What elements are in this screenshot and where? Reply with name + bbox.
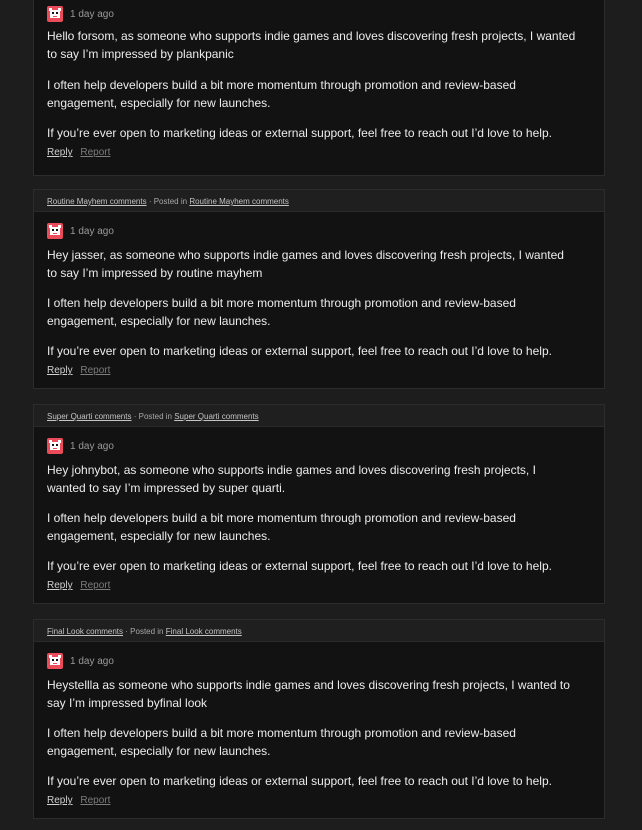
report-link[interactable]: Report [80, 147, 110, 158]
comment-text: I often help developers build a bit more… [47, 296, 516, 328]
game-comments-link[interactable]: Final Look comments [47, 627, 123, 636]
comment-text: I often help developers build a bit more… [47, 78, 516, 110]
avatar-icon[interactable] [47, 6, 63, 22]
comment-meta: 1 day ago [47, 223, 591, 239]
posted-in-label: · Posted in [125, 627, 164, 636]
comment-text: I often help developers build a bit more… [47, 726, 516, 758]
comment-header: Super Quarti comments · Posted in Super … [34, 405, 604, 427]
comment-text: If you’re ever open to marketing ideas o… [47, 774, 552, 788]
comment-text: Hey jasser, as someone who supports indi… [47, 248, 564, 280]
comment-text: Hey johnybot, as someone who supports in… [47, 463, 536, 495]
comment-card: Routine Mayhem comments · Posted in Rout… [33, 189, 605, 389]
comment-header: Final Look comments · Posted in Final Lo… [34, 620, 604, 642]
comment-timestamp: 1 day ago [70, 225, 114, 237]
reply-link[interactable]: Reply [47, 795, 73, 806]
reply-link[interactable]: Reply [47, 147, 73, 158]
comment-timestamp: 1 day ago [70, 655, 114, 667]
comment-timestamp: 1 day ago [70, 440, 114, 452]
report-link[interactable]: Report [80, 795, 110, 806]
comment-card: Final Look comments · Posted in Final Lo… [33, 619, 605, 819]
comment-text: Hello forsom, as someone who supports in… [47, 29, 576, 61]
comment-card: 1 day ago Hello forsom, as someone who s… [33, 0, 605, 176]
comment-card: Super Quarti comments · Posted in Super … [33, 404, 605, 604]
comment-text: Heystellla as someone who supports indie… [47, 678, 570, 710]
reply-link[interactable]: Reply [47, 365, 73, 376]
comment-text: If you’re ever open to marketing ideas o… [47, 559, 552, 573]
game-comments-link[interactable]: Routine Mayhem comments [47, 197, 147, 206]
comment-meta: 1 day ago [47, 653, 591, 669]
comment-text: I often help developers build a bit more… [47, 511, 516, 543]
report-link[interactable]: Report [80, 580, 110, 591]
comment-actions: Reply Report [47, 364, 591, 377]
posted-in-link[interactable]: Routine Mayhem comments [189, 197, 289, 206]
avatar-icon[interactable] [47, 653, 63, 669]
posted-in-link[interactable]: Super Quarti comments [174, 412, 258, 421]
game-comments-link[interactable]: Super Quarti comments [47, 412, 131, 421]
comment-actions: Reply Report [47, 579, 591, 592]
reply-link[interactable]: Reply [47, 580, 73, 591]
comment-actions: Reply Report [47, 146, 591, 159]
avatar-icon[interactable] [47, 223, 63, 239]
posted-in-label: · Posted in [148, 197, 188, 206]
posted-in-label: · Posted in [133, 412, 172, 421]
comment-meta: 1 day ago [47, 6, 591, 22]
comment-text: If you’re ever open to marketing ideas o… [47, 126, 552, 140]
avatar-icon[interactable] [47, 438, 63, 454]
comment-timestamp: 1 day ago [70, 8, 114, 20]
comment-actions: Reply Report [47, 794, 591, 807]
comment-text: If you’re ever open to marketing ideas o… [47, 344, 552, 358]
comment-header: Routine Mayhem comments · Posted in Rout… [34, 190, 604, 212]
report-link[interactable]: Report [80, 365, 110, 376]
posted-in-link[interactable]: Final Look comments [166, 627, 242, 636]
comment-meta: 1 day ago [47, 438, 591, 454]
